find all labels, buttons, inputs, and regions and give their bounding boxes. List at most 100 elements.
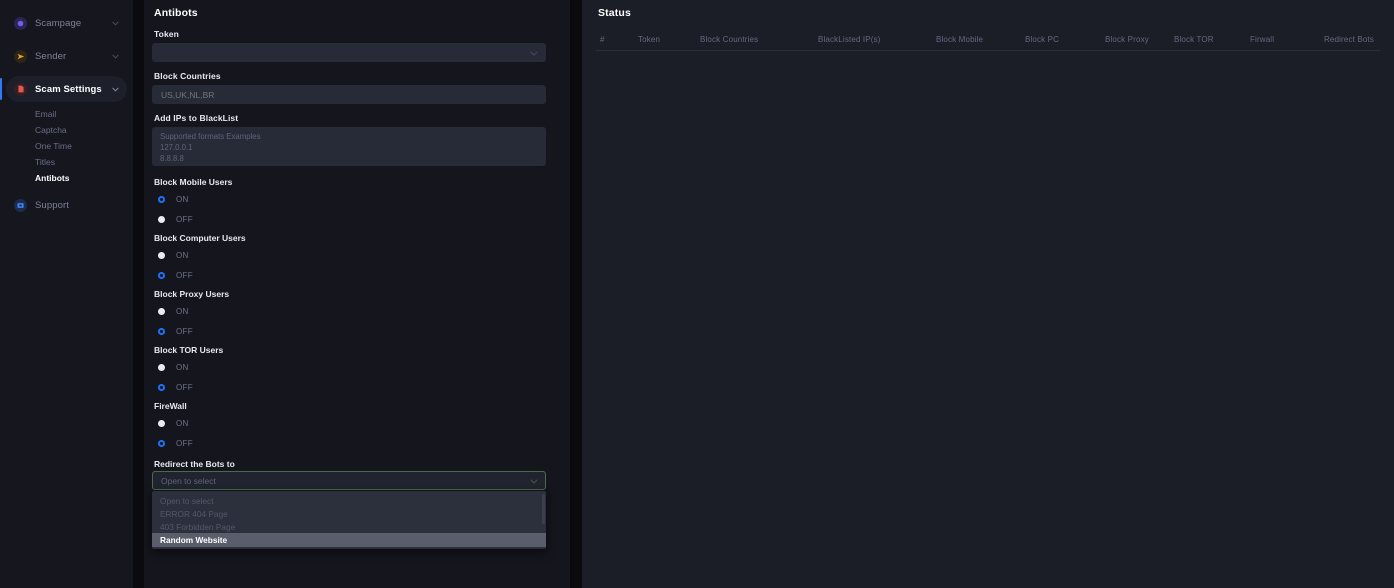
radio-label: OFF — [176, 214, 193, 224]
status-title: Status — [598, 7, 631, 19]
chevron-down-icon[interactable] — [112, 87, 119, 92]
chevron-down-icon — [530, 48, 538, 58]
block-mobile-users-on[interactable]: ON — [152, 189, 562, 209]
block-countries-label: Block Countries — [154, 71, 221, 81]
sidebar-item-label: Scam Settings — [35, 83, 102, 95]
column-header-blacklisted-ips: BlackListed IP(s) — [818, 35, 881, 44]
block-computer-users-radiogroup: ON OFF — [152, 245, 562, 285]
sidebar-item-label: Support — [35, 199, 69, 211]
dropdown-option-label: Open to select — [160, 495, 214, 506]
chevron-down-icon[interactable] — [112, 54, 119, 59]
dropdown-option-label: ERROR 404 Page — [160, 508, 228, 519]
column-header-block-countries: Block Countries — [700, 35, 759, 44]
sidebar-item-scampage[interactable]: Scampage — [6, 10, 127, 36]
sidebar-subnav-scam-settings: Email Captcha One Time Titles Antibots — [0, 102, 133, 188]
sidebar-item-scam-settings[interactable]: Scam Settings — [0, 76, 127, 102]
column-header-block-pc: Block PC — [1025, 35, 1060, 44]
column-header-redirect-bots: Redirect Bots — [1324, 35, 1374, 44]
block-countries-input[interactable] — [152, 85, 546, 104]
block-mobile-users-label: Block Mobile Users — [154, 177, 233, 187]
block-mobile-users-radiogroup: ON OFF — [152, 189, 562, 229]
status-table: # Token Block Countries BlackListed IP(s… — [596, 29, 1380, 71]
block-computer-users-on[interactable]: ON — [152, 245, 562, 265]
radio-label: ON — [176, 194, 189, 204]
sidebar-subitem-titles[interactable]: Titles — [0, 154, 133, 170]
block-tor-users-on[interactable]: ON — [152, 357, 562, 377]
dropdown-scrollbar[interactable] — [542, 494, 545, 524]
block-proxy-users-radiogroup: ON OFF — [152, 301, 562, 341]
token-label: Token — [154, 29, 179, 39]
sidebar-item-support[interactable]: Support — [6, 192, 127, 218]
sidebar-subitem-label: One Time — [35, 141, 72, 151]
radio-icon-selected — [158, 439, 165, 447]
radio-label: ON — [176, 250, 189, 260]
dropdown-option-403-forbidden[interactable]: 403 Forbidden Page — [152, 520, 546, 533]
dropdown-option-label: Random Website — [160, 535, 228, 545]
block-computer-users-label: Block Computer Users — [154, 233, 246, 243]
block-tor-users-off[interactable]: OFF — [152, 377, 562, 397]
radio-icon-selected — [158, 383, 165, 391]
dropdown-option-open-to-select[interactable]: Open to select — [152, 494, 546, 507]
radio-icon-unselected — [158, 419, 165, 427]
redirect-bots-dropdown: Open to select ERROR 404 Page 403 Forbid… — [152, 491, 546, 549]
redirect-bots-select[interactable]: Open to select — [152, 471, 546, 490]
radio-icon-selected — [158, 195, 165, 203]
send-icon — [14, 49, 27, 63]
firewall-radiogroup: ON OFF — [152, 413, 562, 453]
sidebar-subitem-label: Titles — [35, 157, 55, 167]
token-select[interactable] — [152, 43, 546, 62]
sidebar-item-sender[interactable]: Sender — [6, 43, 127, 69]
column-header-block-mobile: Block Mobile — [936, 35, 984, 44]
redirect-bots-label: Redirect the Bots to — [154, 459, 235, 469]
column-header-token: Token — [638, 35, 661, 44]
blacklist-ips-label: Add IPs to BlackList — [154, 113, 239, 123]
sidebar: Scampage Sender Scam Settings Email Capt… — [0, 0, 133, 588]
redirect-bots-select-value: Open to select — [161, 475, 216, 486]
firewall-label: FireWall — [154, 401, 187, 411]
dropdown-option-random-website[interactable]: Random Website — [152, 533, 546, 547]
radio-label: ON — [176, 418, 189, 428]
blacklist-ips-textarea[interactable]: Supported formats Examples 127.0.0.1 8.8… — [152, 127, 546, 166]
redirect-bots-field: Open to select Open to select ERROR 404 … — [152, 471, 562, 549]
radio-icon-unselected — [158, 363, 165, 371]
dropdown-option-error-404[interactable]: ERROR 404 Page — [152, 507, 546, 520]
radio-label: OFF — [176, 382, 193, 392]
sidebar-item-label: Scampage — [35, 17, 82, 29]
firewall-on[interactable]: ON — [152, 413, 562, 433]
radio-icon-unselected — [158, 251, 165, 259]
radio-label: OFF — [176, 326, 193, 336]
scampage-icon — [14, 16, 27, 30]
chevron-down-icon — [530, 476, 538, 486]
radio-icon-unselected — [158, 307, 165, 315]
block-tor-users-radiogroup: ON OFF — [152, 357, 562, 397]
sidebar-subitem-label: Antibots — [35, 173, 70, 183]
block-mobile-users-off[interactable]: OFF — [152, 209, 562, 229]
sidebar-subitem-one-time[interactable]: One Time — [0, 138, 133, 154]
status-table-header: # Token Block Countries BlackListed IP(s… — [596, 29, 1380, 51]
radio-icon-selected — [158, 327, 165, 335]
firewall-off[interactable]: OFF — [152, 433, 562, 453]
radio-icon-selected — [158, 271, 165, 279]
sidebar-subitem-captcha[interactable]: Captcha — [0, 122, 133, 138]
status-panel: Status # Token Block Countries BlackList… — [582, 0, 1394, 588]
antibots-panel: Antibots Token Block Countries Add IPs t… — [144, 0, 570, 588]
status-table-body — [596, 51, 1380, 71]
column-header-block-tor: Block TOR — [1174, 35, 1214, 44]
radio-label: OFF — [176, 270, 193, 280]
block-tor-users-label: Block TOR Users — [154, 345, 224, 355]
column-header-firewall: Firwall — [1250, 35, 1275, 44]
radio-label: ON — [176, 362, 189, 372]
support-icon — [14, 198, 27, 212]
document-icon — [14, 82, 27, 96]
radio-label: ON — [176, 306, 189, 316]
sidebar-subitem-antibots[interactable]: Antibots — [0, 170, 133, 186]
page-title: Antibots — [154, 7, 198, 19]
block-proxy-users-off[interactable]: OFF — [152, 321, 562, 341]
block-computer-users-off[interactable]: OFF — [152, 265, 562, 285]
sidebar-subitem-label: Email — [35, 109, 57, 119]
sidebar-subitem-email[interactable]: Email — [0, 106, 133, 122]
radio-label: OFF — [176, 438, 193, 448]
app-root: Scampage Sender Scam Settings Email Capt… — [0, 0, 1394, 588]
chevron-down-icon[interactable] — [112, 21, 119, 26]
block-proxy-users-on[interactable]: ON — [152, 301, 562, 321]
